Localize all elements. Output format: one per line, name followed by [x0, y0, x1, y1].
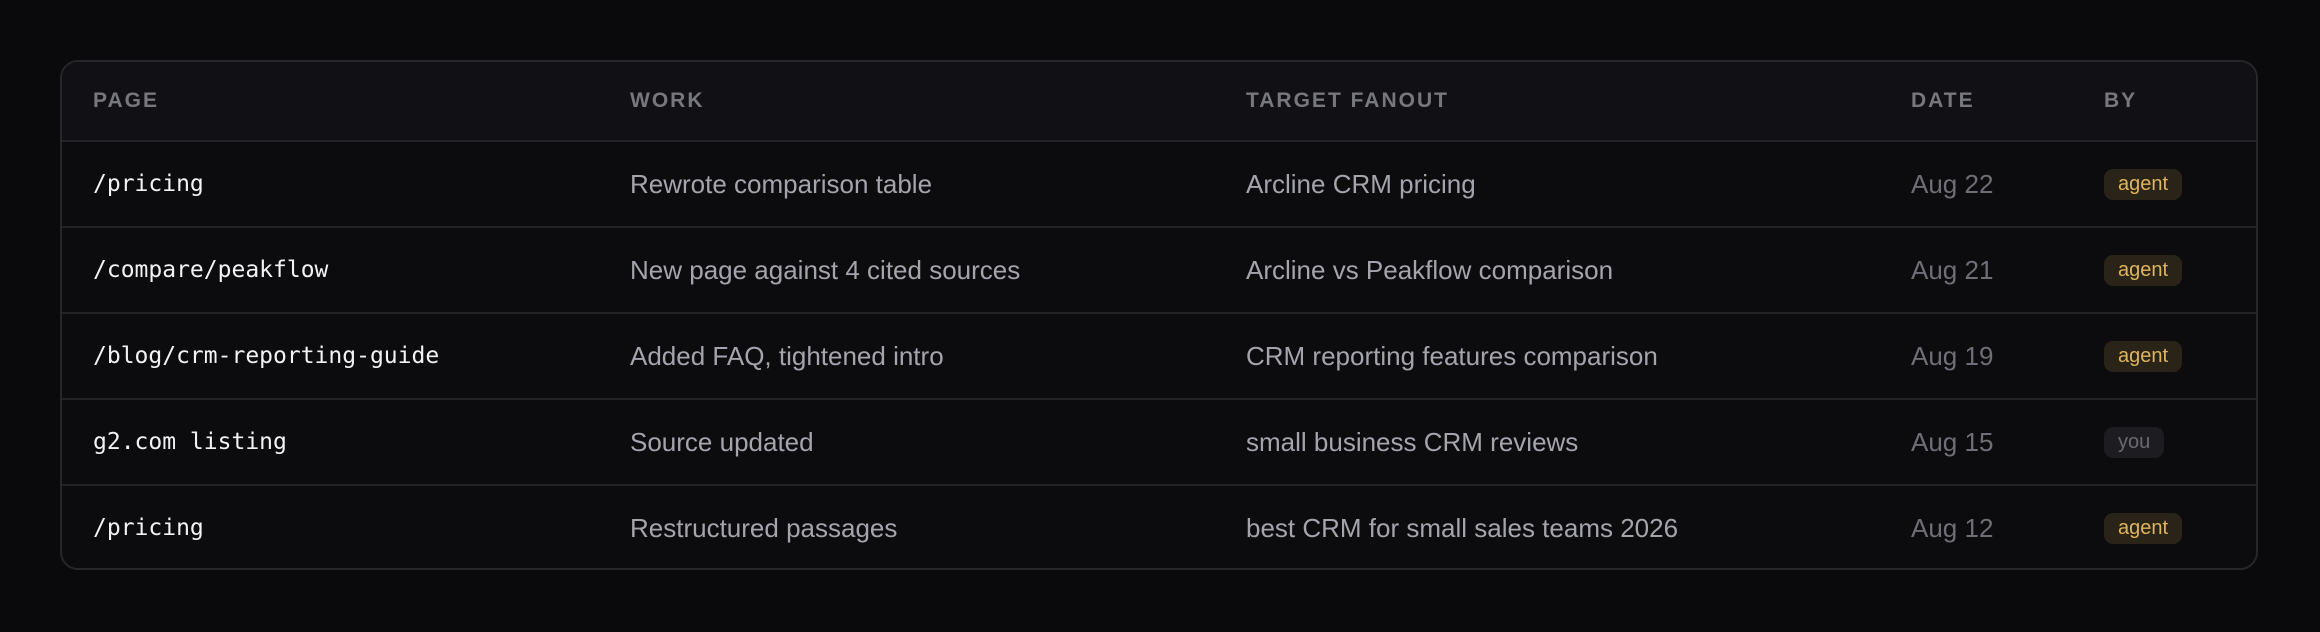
column-header-work[interactable]: WORK: [630, 62, 705, 140]
work-description: New page against 4 cited sources: [630, 254, 1021, 285]
target-fanout: CRM reporting features comparison: [1246, 340, 1658, 371]
work-description: Restructured passages: [630, 512, 898, 543]
page-path[interactable]: /pricing: [93, 171, 204, 197]
work-description: Source updated: [630, 426, 814, 457]
column-header-by[interactable]: BY: [2104, 62, 2137, 140]
column-header-page[interactable]: PAGE: [93, 62, 159, 140]
page-path[interactable]: /compare/peakflow: [93, 257, 328, 283]
table-row[interactable]: /pricing Rewrote comparison table Arclin…: [62, 140, 2256, 226]
target-fanout: Arcline vs Peakflow comparison: [1246, 254, 1614, 285]
table-row[interactable]: /compare/peakflow New page against 4 cit…: [62, 226, 2256, 312]
date: Aug 15: [1911, 426, 1994, 457]
column-header-date[interactable]: DATE: [1911, 62, 1975, 140]
author-badge: agent: [2104, 512, 2183, 544]
table-row[interactable]: g2.com listing Source updated small busi…: [62, 398, 2256, 484]
target-fanout: Arcline CRM pricing: [1246, 168, 1476, 199]
page-path[interactable]: g2.com listing: [93, 429, 287, 455]
date: Aug 22: [1911, 168, 1994, 199]
work-description: Added FAQ, tightened intro: [630, 340, 944, 371]
column-header-target-fanout[interactable]: TARGET FANOUT: [1246, 62, 1449, 140]
author-badge: agent: [2104, 168, 2183, 200]
table-row[interactable]: /blog/crm-reporting-guide Added FAQ, tig…: [62, 312, 2256, 398]
table-row[interactable]: /pricing Restructured passages best CRM …: [62, 484, 2256, 568]
date: Aug 12: [1911, 512, 1994, 543]
target-fanout: best CRM for small sales teams 2026: [1246, 512, 1679, 543]
date: Aug 21: [1911, 254, 1994, 285]
table-header: PAGE WORK TARGET FANOUT DATE BY: [62, 62, 2256, 140]
work-description: Rewrote comparison table: [630, 168, 933, 199]
author-badge: you: [2104, 426, 2165, 458]
author-badge: agent: [2104, 254, 2183, 286]
target-fanout: small business CRM reviews: [1246, 426, 1579, 457]
activity-table: PAGE WORK TARGET FANOUT DATE BY /pricing…: [60, 60, 2258, 570]
page-path[interactable]: /pricing: [93, 515, 204, 541]
author-badge: agent: [2104, 340, 2183, 372]
page-path[interactable]: /blog/crm-reporting-guide: [93, 343, 439, 369]
date: Aug 19: [1911, 340, 1994, 371]
